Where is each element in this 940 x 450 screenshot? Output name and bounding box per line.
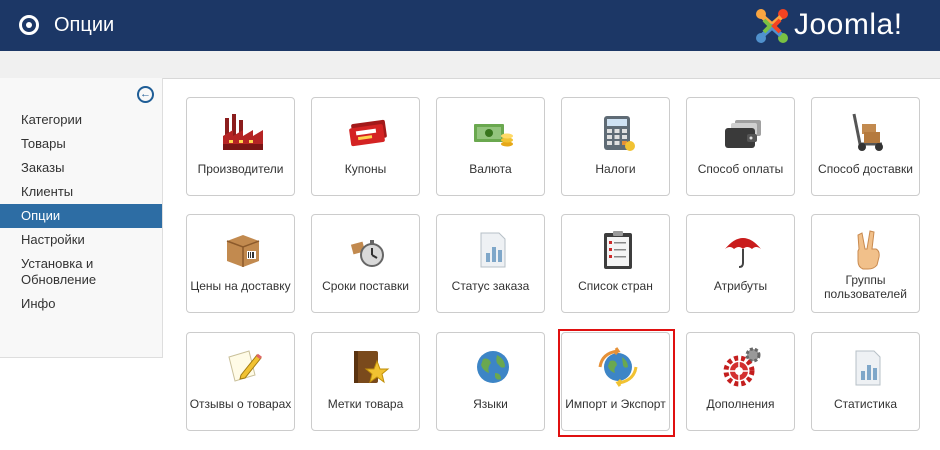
tile-languages[interactable]: Языки bbox=[436, 332, 545, 431]
stats-icon bbox=[855, 350, 881, 386]
tile-statistics[interactable]: Статистика bbox=[811, 332, 920, 431]
tile-taxes[interactable]: Налоги bbox=[561, 97, 670, 196]
toolbar bbox=[0, 51, 940, 79]
header-bar: Опции Joomla! bbox=[0, 0, 940, 51]
joomla-logo-text: Joomla! bbox=[794, 8, 903, 41]
tile-label: Способ оплаты bbox=[697, 162, 784, 176]
collapse-sidebar-icon[interactable]: ← bbox=[137, 86, 154, 103]
sidebar-item-info[interactable]: Инфо bbox=[0, 292, 162, 316]
money-icon bbox=[474, 124, 513, 147]
tile-product-reviews[interactable]: Отзывы о товарах bbox=[186, 332, 295, 431]
sidebar-item-orders[interactable]: Заказы bbox=[0, 156, 162, 180]
tile-label: Метки товара bbox=[327, 397, 404, 411]
tile-label: Налоги bbox=[595, 162, 636, 176]
box-icon bbox=[226, 235, 260, 267]
tile-delivery-method[interactable]: Способ доставки bbox=[811, 97, 920, 196]
tile-user-groups[interactable]: Группы пользователей bbox=[811, 214, 920, 313]
wallet-cards-icon bbox=[725, 120, 761, 148]
page-title: Опции bbox=[54, 14, 115, 36]
tile-label: Дополнения bbox=[706, 397, 775, 411]
tile-label: Статус заказа bbox=[451, 279, 530, 293]
tile-coupons[interactable]: Купоны bbox=[311, 97, 420, 196]
sidebar-nav: Категории Товары Заказы Клиенты Опции На… bbox=[0, 108, 162, 316]
stopwatch-box-icon bbox=[350, 240, 384, 267]
calculator-icon bbox=[604, 116, 635, 151]
clipboard-icon bbox=[604, 231, 632, 269]
tile-label: Цены на доставку bbox=[190, 279, 291, 293]
tile-currency[interactable]: Валюта bbox=[436, 97, 545, 196]
hand-truck-icon bbox=[852, 113, 883, 151]
note-pencil-icon bbox=[228, 350, 262, 382]
book-star-icon bbox=[354, 351, 390, 384]
tile-label: Атрибуты bbox=[713, 279, 768, 293]
tile-label: Способ доставки bbox=[818, 162, 913, 176]
tile-label: Языки bbox=[473, 397, 508, 411]
tile-label: Статистика bbox=[833, 397, 898, 411]
tile-order-status[interactable]: Статус заказа bbox=[436, 214, 545, 313]
tile-attributes[interactable]: Атрибуты bbox=[686, 214, 795, 313]
umbrella-icon bbox=[725, 238, 761, 268]
tile-label: Сроки поставки bbox=[322, 279, 409, 293]
tile-delivery-times[interactable]: Сроки поставки bbox=[311, 214, 420, 313]
tile-label: Группы пользователей bbox=[824, 273, 907, 301]
options-icon bbox=[19, 15, 39, 35]
sidebar-item-settings[interactable]: Настройки bbox=[0, 228, 162, 252]
highlight-frame bbox=[558, 329, 675, 437]
tile-payment-method[interactable]: Способ оплаты bbox=[686, 97, 795, 196]
globe-icon bbox=[477, 351, 509, 383]
sidebar-item-categories[interactable]: Категории bbox=[0, 108, 162, 132]
gears-icon bbox=[723, 347, 761, 387]
joomla-logo[interactable]: Joomla! bbox=[752, 6, 932, 46]
sidebar-item-options[interactable]: Опции bbox=[0, 204, 162, 228]
tile-manufacturers[interactable]: Производители bbox=[186, 97, 295, 196]
joomla-logo-mark-icon bbox=[756, 9, 788, 43]
sidebar-item-install-update[interactable]: Установка и Обновление bbox=[0, 252, 162, 292]
sidebar-item-products[interactable]: Товары bbox=[0, 132, 162, 156]
tile-label: Валюта bbox=[469, 162, 512, 176]
tile-delivery-prices[interactable]: Цены на доставку bbox=[186, 214, 295, 313]
tile-addons[interactable]: Дополнения bbox=[686, 332, 795, 431]
report-icon bbox=[480, 232, 506, 268]
tile-product-labels[interactable]: Метки товара bbox=[311, 332, 420, 431]
tile-label: Отзывы о товарах bbox=[189, 397, 292, 411]
sidebar: ← Категории Товары Заказы Клиенты Опции … bbox=[0, 78, 163, 358]
peace-hand-icon bbox=[857, 230, 880, 270]
tile-label: Список стран bbox=[578, 279, 653, 293]
sidebar-item-clients[interactable]: Клиенты bbox=[0, 180, 162, 204]
tile-country-list[interactable]: Список стран bbox=[561, 214, 670, 313]
tile-label: Купоны bbox=[344, 162, 387, 176]
factory-icon bbox=[223, 114, 263, 150]
tile-label: Производители bbox=[197, 162, 284, 176]
coupon-icon bbox=[349, 119, 387, 147]
